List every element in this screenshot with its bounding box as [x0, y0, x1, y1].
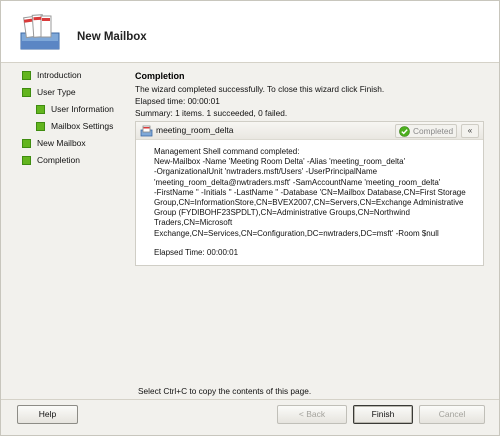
step-complete-icon: [22, 71, 31, 80]
step-complete-icon: [22, 88, 31, 97]
check-circle-icon: [399, 126, 410, 137]
completion-message: The wizard completed successfully. To cl…: [135, 84, 385, 94]
nav-item-label: User Type: [37, 87, 76, 97]
nav-item-mailbox-settings[interactable]: Mailbox Settings: [17, 118, 127, 135]
nav-item-label: New Mailbox: [37, 138, 86, 148]
nav-item-user-information[interactable]: User Information: [17, 101, 127, 118]
nav-item-label: User Information: [51, 104, 114, 114]
nav-item-completion[interactable]: Completion: [17, 152, 127, 169]
result-elapsed-time: Elapsed Time: 00:00:01: [154, 247, 239, 257]
cancel-button[interactable]: Cancel: [419, 405, 485, 424]
result-line: Traders,CN=Microsoft: [154, 218, 233, 228]
result-line: 'meeting_room_delta@nwtraders.msft' -Sam…: [154, 177, 441, 187]
step-complete-icon: [22, 156, 31, 165]
result-line: New-Mailbox -Name 'Meeting Room Delta' -…: [154, 157, 406, 167]
back-button[interactable]: < Back: [277, 405, 347, 424]
status-badge: Completed: [395, 124, 457, 138]
summary-text: Summary: 1 items. 1 succeeded, 0 failed.: [135, 108, 288, 118]
step-complete-icon: [36, 122, 45, 131]
wizard-header: New Mailbox: [1, 1, 499, 63]
step-complete-icon: [22, 139, 31, 148]
completion-panel: Completion The wizard completed successf…: [135, 69, 487, 119]
mailbox-icon: [20, 14, 60, 50]
nav-item-introduction[interactable]: Introduction: [17, 67, 127, 84]
step-complete-icon: [36, 105, 45, 114]
nav-item-label: Mailbox Settings: [51, 121, 114, 131]
help-button[interactable]: Help: [17, 405, 78, 424]
nav-item-user-type[interactable]: User Type: [17, 84, 127, 101]
nav-item-new-mailbox[interactable]: New Mailbox: [17, 135, 127, 152]
result-line: -OrganizationalUnit 'nwtraders.msft/User…: [154, 167, 378, 177]
footer-divider: [1, 399, 499, 400]
wizard-steps-nav: Introduction User Type User Information …: [17, 67, 127, 169]
wizard-title: New Mailbox: [77, 31, 147, 43]
new-mailbox-wizard-window: New Mailbox Introduction User Type User …: [0, 0, 500, 436]
nav-item-label: Introduction: [37, 70, 82, 80]
copy-hint: Select Ctrl+C to copy the contents of th…: [138, 386, 312, 396]
result-item: meeting_room_delta Completed « Managemen…: [135, 121, 484, 266]
mailbox-user-icon: [140, 125, 153, 137]
nav-item-label: Completion: [37, 155, 80, 165]
result-details: Management Shell command completed: New-…: [154, 147, 482, 258]
result-line: Group (FYDIBOHF23SPDLT),CN=Administrativ…: [154, 208, 410, 218]
result-line: -FirstName '' -Initials '' -LastName '' …: [154, 187, 466, 197]
elapsed-time: Elapsed time: 00:00:01: [135, 96, 220, 106]
result-header: meeting_room_delta Completed «: [136, 122, 483, 140]
collapse-button[interactable]: «: [461, 124, 479, 138]
finish-button[interactable]: Finish: [353, 405, 413, 424]
result-item-name: meeting_room_delta: [156, 125, 234, 135]
page-title: Completion: [135, 71, 185, 81]
result-line: Management Shell command completed:: [154, 147, 300, 156]
status-text: Completed: [413, 126, 454, 136]
result-line: Exchange,CN=Services,CN=Configuration,DC…: [154, 228, 439, 238]
result-line: Group,CN=InformationStore,CN=BVEX2007,CN…: [154, 198, 464, 208]
